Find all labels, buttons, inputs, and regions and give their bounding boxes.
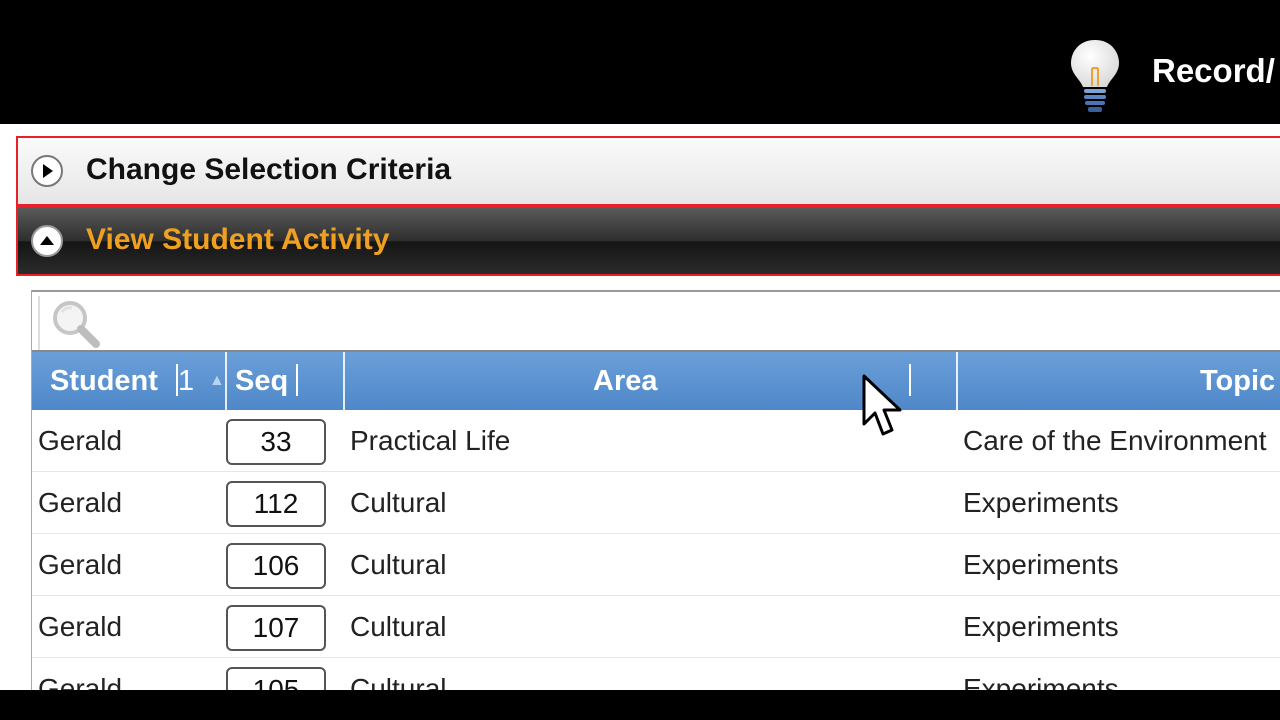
- resize-handle-seq[interactable]: [296, 364, 298, 396]
- resize-handle-area[interactable]: [909, 364, 911, 396]
- lightbulb-icon[interactable]: [1068, 38, 1122, 114]
- top-bar: Record/: [0, 0, 1280, 124]
- cell-area: Cultural: [350, 673, 447, 690]
- main-content: Change Selection Criteria View Student A…: [0, 124, 1280, 690]
- column-header-area[interactable]: Area: [593, 352, 658, 410]
- cell-area: Cultural: [350, 611, 447, 642]
- seq-input[interactable]: 105: [226, 667, 326, 690]
- table-row[interactable]: Gerald 33 Practical Life Care of the Env…: [32, 410, 1280, 472]
- cell-student: Gerald: [38, 425, 123, 456]
- table-row[interactable]: Gerald 106 Cultural Experiments: [32, 534, 1280, 596]
- cell-student: Gerald: [38, 611, 123, 642]
- cell-area: Cultural: [350, 487, 447, 518]
- activity-grid: Student 1 ▲ Seq Area Topic Gerald 33 Pra…: [31, 290, 1280, 690]
- cell-topic: Experiments: [963, 673, 1119, 690]
- table-row[interactable]: Gerald 105 Cultural Experiments: [32, 658, 1280, 690]
- mouse-pointer-icon: [862, 374, 902, 436]
- seq-input[interactable]: 107: [226, 605, 326, 651]
- record-menu-label[interactable]: Record/: [1152, 52, 1275, 90]
- column-header-student[interactable]: Student: [50, 352, 158, 410]
- column-header-seq[interactable]: Seq: [235, 352, 288, 410]
- seq-input[interactable]: 33: [226, 419, 326, 465]
- view-student-activity-panel[interactable]: View Student Activity: [16, 206, 1280, 276]
- table-row[interactable]: Gerald 112 Cultural Experiments: [32, 472, 1280, 534]
- cell-student: Gerald: [38, 487, 123, 518]
- sort-ascending-icon[interactable]: ▲: [209, 352, 225, 410]
- column-divider[interactable]: [956, 352, 958, 410]
- seq-input[interactable]: 112: [226, 481, 326, 527]
- change-selection-criteria-panel[interactable]: Change Selection Criteria: [16, 136, 1280, 206]
- grid-search-bar[interactable]: [32, 290, 1280, 352]
- cell-student: Gerald: [38, 549, 123, 580]
- cell-area: Cultural: [350, 549, 447, 580]
- cell-student: Gerald: [38, 673, 123, 690]
- cell-topic: Experiments: [963, 611, 1119, 642]
- cell-topic: Experiments: [963, 487, 1119, 518]
- change-selection-criteria-title: Change Selection Criteria: [86, 153, 452, 186]
- table-row[interactable]: Gerald 107 Cultural Experiments: [32, 596, 1280, 658]
- column-divider[interactable]: [225, 352, 227, 410]
- column-divider[interactable]: [343, 352, 345, 410]
- cell-topic: Experiments: [963, 549, 1119, 580]
- sort-order-number: 1: [178, 365, 195, 397]
- bottom-letterbox: [0, 690, 1280, 720]
- cell-topic: Care of the Environment: [963, 425, 1267, 456]
- seq-input[interactable]: 106: [226, 543, 326, 589]
- cell-area: Practical Life: [350, 425, 511, 456]
- magnifier-icon[interactable]: [46, 296, 106, 350]
- column-header-topic[interactable]: Topic: [1200, 352, 1275, 410]
- collapse-arrow-icon[interactable]: [30, 224, 64, 258]
- expand-arrow-icon[interactable]: [30, 154, 64, 188]
- grid-header-row: Student 1 ▲ Seq Area Topic: [32, 352, 1280, 410]
- view-student-activity-title: View Student Activity: [86, 223, 390, 256]
